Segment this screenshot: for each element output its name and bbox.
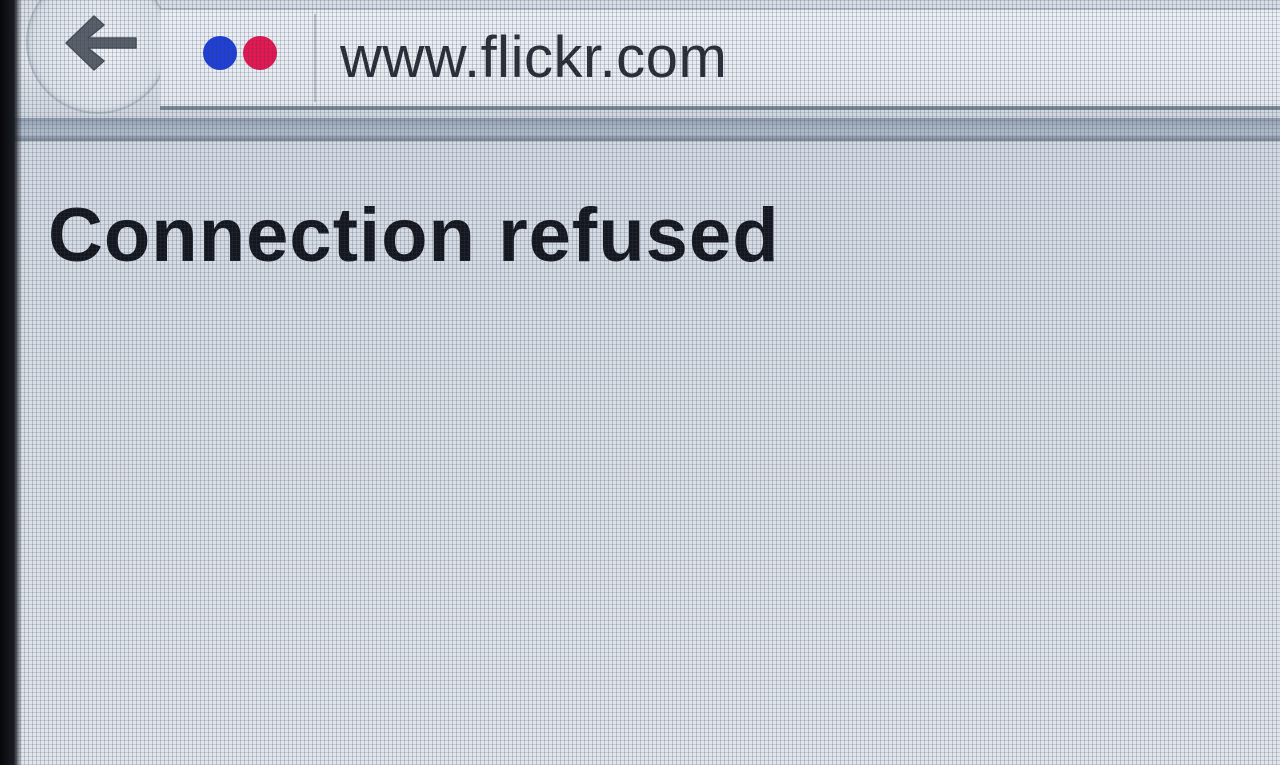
- url-text[interactable]: www.flickr.com: [340, 24, 727, 91]
- monitor-bezel: [0, 0, 22, 765]
- address-bar-divider: [314, 14, 316, 102]
- toolbar-bottom-edge: [0, 118, 1280, 142]
- page-content: Connection refused: [0, 142, 1280, 765]
- address-bar[interactable]: www.flickr.com: [160, 8, 1280, 110]
- back-button[interactable]: [28, 0, 168, 112]
- flickr-logo-icon: [203, 36, 277, 70]
- arrow-left-icon: [65, 15, 137, 71]
- error-title: Connection refused: [48, 193, 780, 278]
- browser-screen: www.flickr.com Connection refused: [0, 0, 1280, 765]
- browser-toolbar: www.flickr.com: [0, 0, 1280, 118]
